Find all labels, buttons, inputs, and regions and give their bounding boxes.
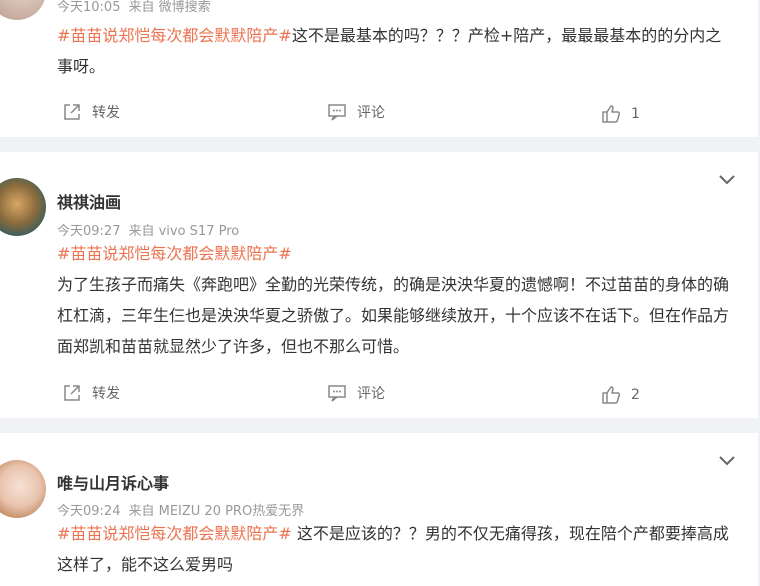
comment-meta: 今天10:05 来自 微博搜索: [57, 0, 211, 16]
comment-text: #苗苗说郑恺每次都会默默陪产# 这不是应该的？？男的不仅无痛得孩，现在陪个产都要…: [57, 518, 737, 580]
topic-tag[interactable]: #苗苗说郑恺每次都会默默陪产#: [57, 238, 737, 269]
thumbs-up-icon: [602, 386, 621, 404]
comment-card: 今天10:05 来自 微博搜索 #苗苗说郑恺每次都会默默陪产#这不是最基本的吗？？…: [0, 0, 758, 137]
like-button[interactable]: 2: [601, 385, 640, 405]
repost-button[interactable]: 转发: [62, 102, 120, 122]
comment-time: 今天09:27: [57, 224, 121, 239]
like-count: 1: [631, 106, 640, 122]
comment-meta: 今天09:24 来自 MEIZU 20 PRO热爱无界: [57, 500, 304, 519]
topic-tag[interactable]: #苗苗说郑恺每次都会默默陪产#: [57, 26, 292, 45]
comment-card: 唯与山月诉心事 今天09:24 来自 MEIZU 20 PRO热爱无界 #苗苗说郑…: [0, 433, 758, 586]
username[interactable]: 唯与山月诉心事: [57, 470, 169, 494]
comment-card: 祺祺油画 今天09:27 来自 vivo S17 Pro #苗苗说郑恺每次都会默默…: [0, 152, 758, 418]
comment-time: 今天10:05: [57, 0, 121, 15]
comment-button[interactable]: 评论: [327, 102, 385, 122]
comment-time: 今天09:24: [57, 504, 121, 519]
comment-label: 评论: [357, 386, 385, 402]
topic-tag[interactable]: #苗苗说郑恺每次都会默默陪产#: [57, 524, 292, 543]
repost-label: 转发: [92, 105, 120, 121]
avatar[interactable]: [0, 178, 46, 236]
comment-source: 来自 MEIZU 20 PRO热爱无界: [128, 504, 305, 519]
avatar[interactable]: [0, 0, 46, 20]
thumbs-up-icon: [602, 105, 621, 123]
share-icon: [64, 385, 80, 401]
comment-meta: 今天09:27 来自 vivo S17 Pro: [57, 220, 239, 239]
comment-text: #苗苗说郑恺每次都会默默陪产#这不是最基本的吗？？？产检+陪产，最最最基本的的分…: [57, 20, 737, 82]
comment-button[interactable]: 评论: [327, 383, 385, 403]
like-button[interactable]: 1: [601, 104, 640, 124]
repost-button[interactable]: 转发: [62, 383, 120, 403]
comment-icon: [328, 104, 346, 121]
repost-label: 转发: [92, 386, 120, 402]
comment-body: 为了生孩子而痛失《奔跑吧》全勤的光荣传统，的确是泱泱华夏的遗憾啊！不过苗苗的身体…: [57, 275, 730, 356]
comment-source: 来自 微博搜索: [128, 0, 211, 15]
chevron-down-icon[interactable]: [718, 455, 736, 467]
comment-source: 来自 vivo S17 Pro: [128, 224, 240, 239]
comment-text: #苗苗说郑恺每次都会默默陪产# 为了生孩子而痛失《奔跑吧》全勤的光荣传统，的确是…: [57, 238, 737, 362]
comment-icon: [328, 385, 346, 402]
like-count: 2: [631, 387, 640, 403]
comment-label: 评论: [357, 105, 385, 121]
username[interactable]: 祺祺油画: [57, 189, 121, 213]
share-icon: [64, 104, 80, 120]
avatar[interactable]: [0, 460, 46, 518]
chevron-down-icon[interactable]: [718, 174, 736, 186]
